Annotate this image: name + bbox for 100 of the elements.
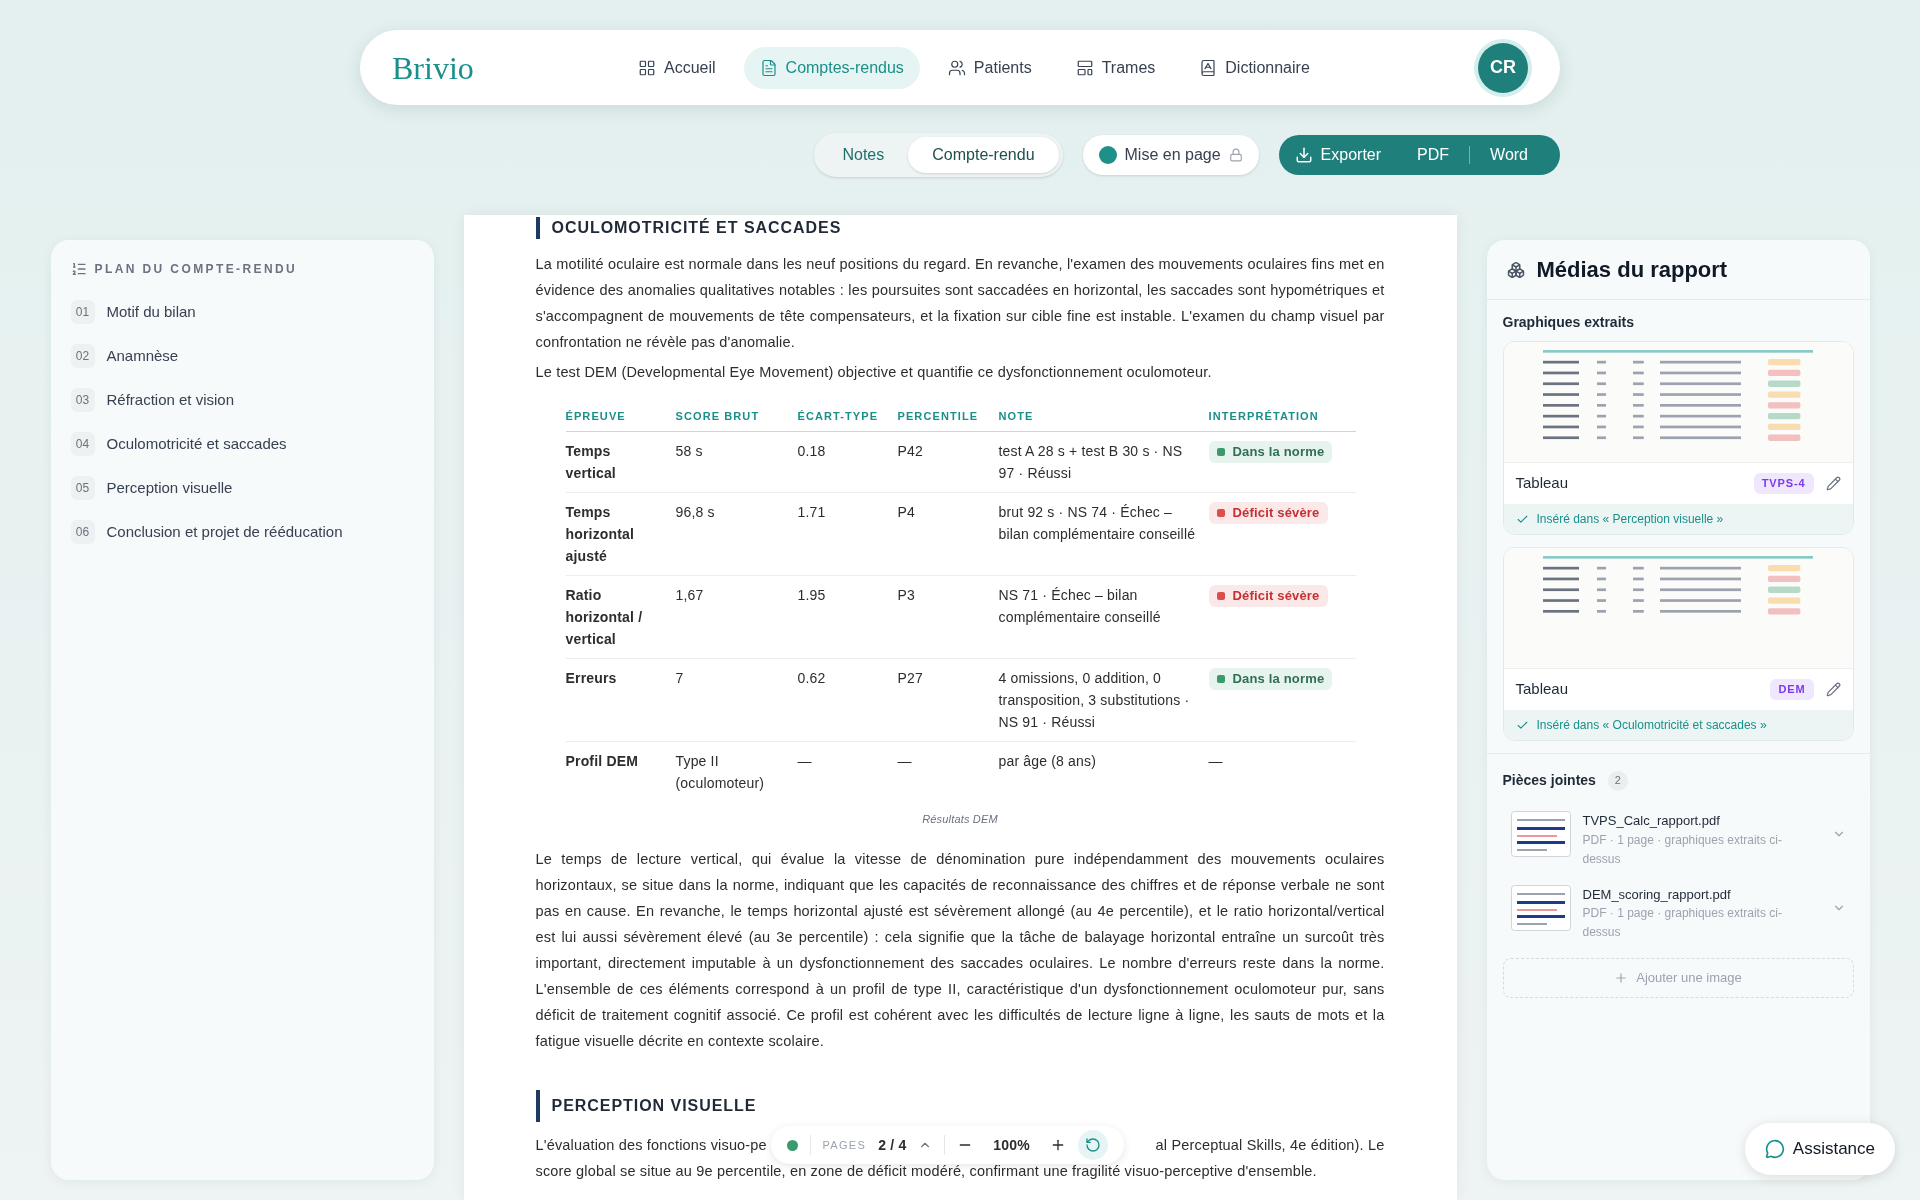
table-cell: test A 28 s + test B 30 s · NS 97 · Réussi: [998, 431, 1209, 493]
table-cell: 96,8 s: [675, 492, 798, 576]
paragraph-text: al Perceptual Skills, 4e édition). Le: [1155, 1136, 1385, 1155]
section-number: 06: [70, 520, 95, 544]
table-cell: P42: [897, 431, 999, 493]
table-caption: Résultats DEM: [921, 812, 999, 827]
table-cell: Erreurs: [565, 658, 676, 742]
zoom-level: 100%: [992, 1136, 1031, 1155]
table-cell: —: [897, 741, 999, 802]
table-cell: 1.71: [797, 492, 898, 576]
column-header: SCORE BRUT: [675, 405, 798, 432]
column-header: ÉPREUVE: [565, 405, 676, 432]
file-meta: PDF · 1 page · graphiques extraits ci-dessus: [1582, 831, 1783, 868]
inserted-note: Inséré dans « Perception visuelle »: [1536, 511, 1724, 528]
tag: TVPS-4: [1753, 473, 1814, 494]
rotate-icon: [1084, 1137, 1101, 1153]
table-cell: 7: [675, 658, 798, 742]
table-cell: 1.95: [797, 575, 898, 659]
table-cell: brut 92 s · NS 74 · Échec – bilan complémentaire conseillé: [998, 492, 1209, 576]
tag: DEM: [1770, 679, 1814, 700]
paragraph: Le test DEM (Developmental Eye Movement) objective et quantifie ce dysfonctionnement oculomoteur.: [535, 363, 1213, 382]
file-thumbnail-drawing: [1510, 884, 1571, 931]
outline-item[interactable]: 02 Anamnèse: [70, 334, 414, 378]
section-label: Anamnèse: [106, 345, 179, 366]
media-label: Tableau: [1515, 473, 1570, 494]
column-header: INTERPRÉTATION: [1208, 405, 1356, 432]
table-cell: Type II (oculomoteur): [675, 741, 798, 802]
edit-icon[interactable]: [1825, 476, 1841, 491]
table-cell: —: [1208, 753, 1223, 769]
outline-item[interactable]: 03 Réfraction et vision: [70, 378, 414, 422]
section-number: 05: [70, 476, 95, 500]
column-header: ÉCART-TYPE: [797, 405, 898, 432]
section-label: Motif du bilan: [106, 301, 196, 322]
layout-toggle[interactable]: Mise en page: [1082, 135, 1259, 175]
export-format-button[interactable]: Word: [1474, 143, 1544, 167]
table-cell: Temps horizontal ajusté: [565, 492, 676, 576]
table-cell: Profil DEM: [565, 741, 676, 802]
boxes-icon: [1506, 260, 1525, 279]
status-badge: Dans la norme: [1208, 668, 1333, 690]
export-button[interactable]: Exporter: [1294, 143, 1402, 167]
section-number: 02: [70, 344, 95, 368]
nav-tab[interactable]: Patients: [931, 46, 1048, 89]
user-avatar[interactable]: CR: [1478, 42, 1528, 93]
export-format-button[interactable]: PDF: [1401, 143, 1466, 167]
reset-zoom-button[interactable]: [1077, 1130, 1108, 1160]
pages-label: PAGES: [822, 1138, 867, 1153]
section-number: 03: [70, 388, 95, 412]
outline-item[interactable]: 04 Oculomotricité et saccades: [70, 422, 414, 466]
book-icon: [1199, 58, 1218, 77]
nav-tab[interactable]: Comptes-rendus: [743, 46, 920, 89]
paragraph: Le temps de lecture vertical, qui évalue la vitesse de dénomination pure indépendamment des mouvements oculaires horizontaux, se situe dans la norme, indiquant que les capacités de reconnaissance des chiffres et de réponse verbale ne sont pas en cause. En revanche, le temps horizontal ajusté est sévèrement allongé (au 4e percentile), et le ratio horizontal/vertical est lui aussi sévèrement élevé (au 3e percentile) : cela signifie que la tâche de balayage horizontal entraîne un surcoût très important, directement imputable à un dysfonctionnement des saccades oculaires. Le nombre d'erreurs reste dans la norme. L'ensemble de ces éléments correspond à un profil de type II, caractéristique d'un dysfonctionnement oculomoteur pur, sans déficit de traitement cognitif associé. Ce profil est cohérent avec les difficultés de lecture ligne à ligne, les sauts de mots et la fatigue visuelle décrite en contexte scolaire.: [535, 850, 1385, 1051]
file-meta: PDF · 1 page · graphiques extraits ci-dessus: [1582, 905, 1783, 941]
section-label: Conclusion et projet de rééducation: [106, 521, 343, 542]
file-name: DEM_scoring_rapport.pdf: [1582, 885, 1732, 904]
column-header: PERCENTILE: [897, 405, 999, 432]
subsection-title: Graphiques extraits: [1502, 313, 1635, 332]
view-tab[interactable]: Notes: [818, 137, 909, 173]
table-cell: P27: [897, 658, 999, 742]
outline-item[interactable]: 01 Motif du bilan: [70, 290, 414, 334]
section-label: Réfraction et vision: [106, 389, 235, 410]
section-label: Perception visuelle: [106, 477, 233, 498]
column-header: NOTE: [998, 405, 1209, 432]
nav-tab[interactable]: Dictionnaire: [1183, 46, 1326, 89]
status-badge: Dans la norme: [1208, 441, 1333, 463]
count-badge: 2: [1607, 770, 1628, 791]
panel-title: Médias du rapport: [1536, 256, 1728, 284]
template-icon: [1075, 58, 1094, 77]
users-icon: [947, 58, 966, 77]
table-cell: NS 71 · Échec – bilan complémentaire conseillé: [998, 575, 1209, 659]
nav-tab[interactable]: Trames: [1059, 46, 1172, 89]
paragraph-text: score global se situe au 9e percentile, en zone de déficit modéré, confirmant une fragilité visuo-perceptive d'ensemble.: [535, 1162, 1318, 1181]
table-cell: Temps vertical: [565, 431, 676, 493]
numbered-list-icon: [70, 261, 87, 277]
section-label: Oculomotricité et saccades: [106, 433, 287, 454]
subsection-title: Pièces jointes: [1502, 771, 1596, 790]
chat-icon: [1764, 1139, 1785, 1159]
download-icon: [1294, 146, 1313, 164]
outline-item[interactable]: 05 Perception visuelle: [70, 466, 414, 510]
paragraph-text: L'évaluation des fonctions visuo-pe: [535, 1136, 767, 1155]
table-cell: P4: [897, 492, 999, 576]
edit-icon[interactable]: [1825, 682, 1841, 697]
brand-logo[interactable]: Brivio: [392, 43, 622, 92]
outline-item[interactable]: 06 Conclusion et projet de rééducation: [70, 510, 414, 554]
nav-tab[interactable]: Accueil: [622, 46, 732, 89]
attachment-item[interactable]: DEM_scoring_rapport.pdf PDF · 1 page · graphiques extraits ci-dessus: [1502, 876, 1854, 950]
document-icon: [759, 58, 778, 77]
file-thumbnail-drawing: [1510, 811, 1571, 857]
inserted-note: Inséré dans « Oculomotricité et saccades »: [1536, 717, 1767, 734]
section-number: 04: [70, 432, 95, 456]
file-name: TVPS_Calc_rapport.pdf: [1582, 812, 1721, 830]
table-cell: —: [797, 741, 898, 802]
attachment-item[interactable]: TVPS_Calc_rapport.pdf PDF · 1 page · graphiques extraits ci-dessus: [1502, 803, 1854, 877]
grid-icon: [638, 58, 656, 77]
plus-icon: [1614, 971, 1629, 985]
table-cell: 0.62: [797, 658, 898, 742]
view-tab[interactable]: Compte-rendu: [908, 137, 1059, 173]
assistance-button[interactable]: Assistance: [1744, 1123, 1895, 1175]
table-cell: par âge (8 ans): [998, 741, 1209, 802]
page-counter: 2 / 4: [878, 1136, 907, 1155]
status-badge: Déficit sévère: [1208, 585, 1328, 607]
